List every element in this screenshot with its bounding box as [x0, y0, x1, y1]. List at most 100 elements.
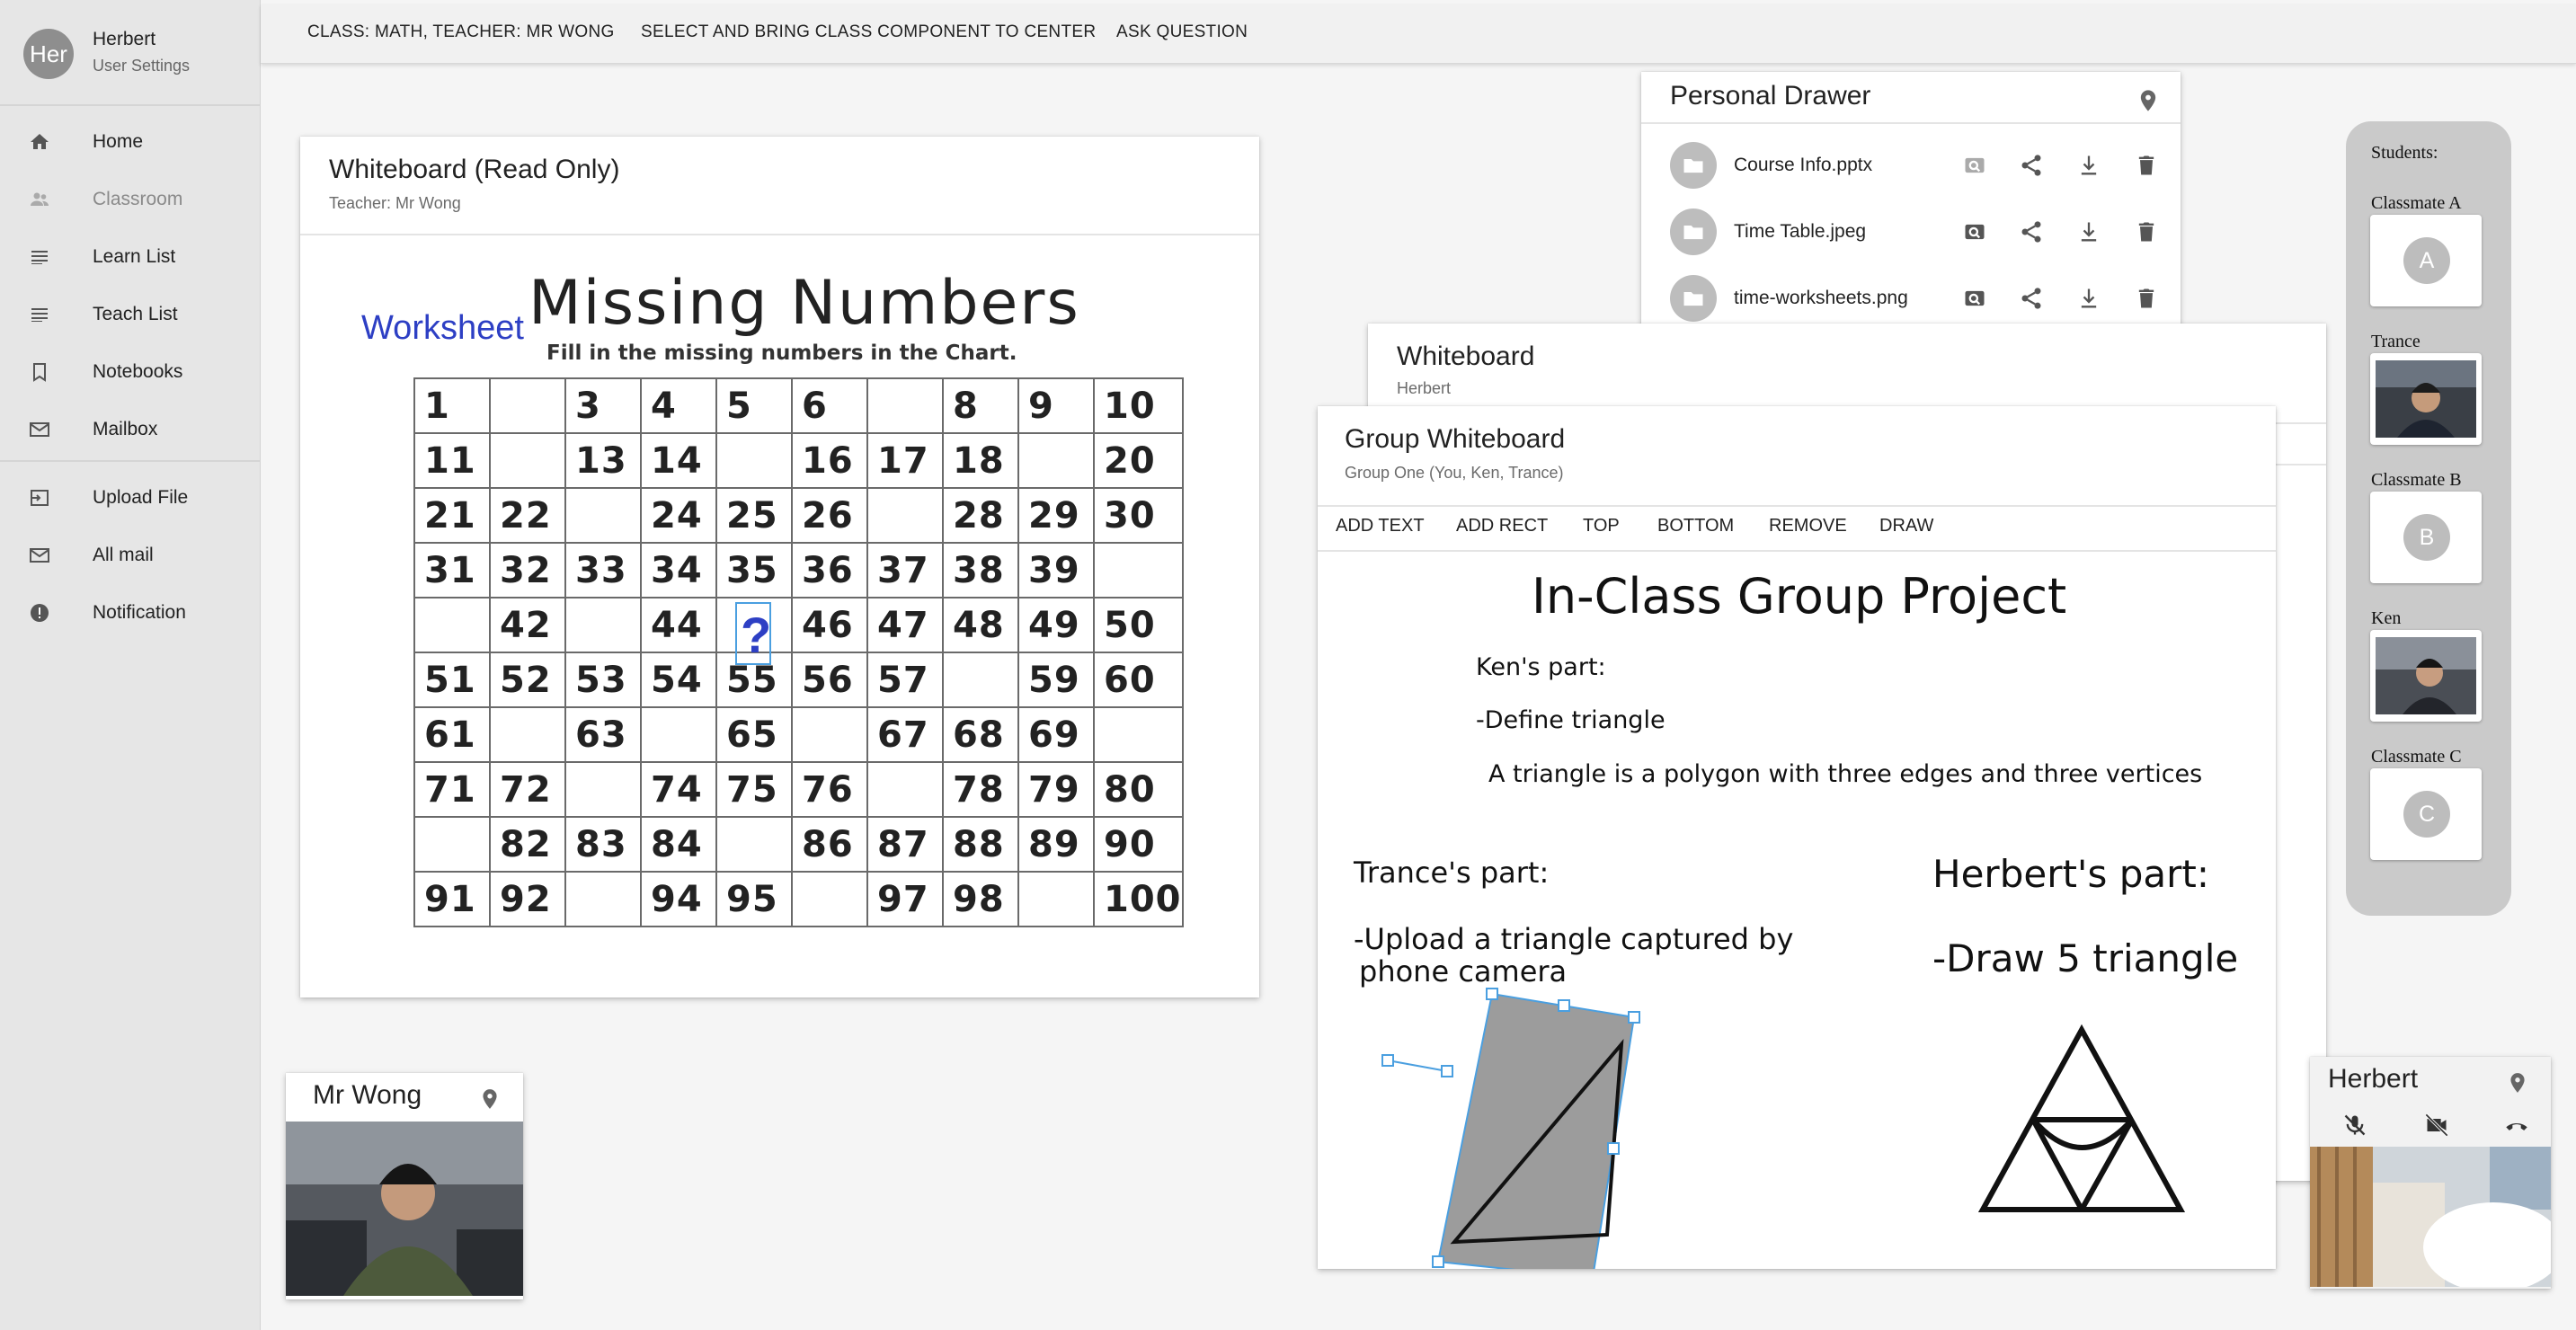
share-icon[interactable]	[2017, 286, 2046, 311]
preview-icon[interactable]	[1960, 286, 1989, 311]
pin-icon[interactable]	[478, 1086, 502, 1113]
user-settings-link[interactable]: User Settings	[93, 57, 190, 75]
grid-cell: 42	[489, 597, 566, 653]
selection-box[interactable]: ?	[735, 602, 771, 665]
grid-cell: 52	[489, 652, 566, 708]
add-text-button[interactable]: ADD TEXT	[1336, 516, 1425, 536]
grid-cell: 76	[791, 761, 868, 818]
grid-cell	[489, 706, 566, 763]
class-info-button[interactable]: CLASS: MATH, TEACHER: MR WONG	[307, 19, 615, 46]
grid-cell	[1017, 871, 1095, 927]
delete-icon[interactable]	[2132, 219, 2161, 244]
sidebar-item-mailbox[interactable]: Mailbox	[0, 404, 261, 455]
worksheet-heading: Missing Numbers	[529, 268, 1080, 339]
ken-definition[interactable]: A triangle is a polygon with three edges…	[1488, 760, 2202, 788]
grid-cell: 39	[1017, 542, 1095, 598]
sidebar-item-notification[interactable]: Notification	[0, 588, 261, 638]
student-name: Classmate C	[2371, 747, 2462, 767]
card-title: Personal Drawer	[1670, 81, 1871, 111]
trance-part-label[interactable]: Trance's part:	[1354, 856, 1549, 890]
bookmark-icon	[33, 363, 46, 382]
file-name: Time Table.jpeg	[1734, 221, 1867, 242]
teacher-whiteboard-card: Whiteboard (Read Only) Teacher: Mr Wong …	[300, 137, 1259, 998]
user-panel[interactable]: Her Herbert User Settings	[0, 0, 261, 106]
send-bottom-button[interactable]: BOTTOM	[1657, 516, 1734, 536]
student-avatar: A	[2403, 237, 2450, 284]
project-heading[interactable]: In-Class Group Project	[1532, 568, 2066, 625]
download-icon[interactable]	[2074, 219, 2103, 244]
grid-cell	[942, 652, 1019, 708]
share-icon[interactable]	[2017, 219, 2046, 244]
grid-cell: 79	[1017, 761, 1095, 818]
share-icon[interactable]	[2017, 153, 2046, 178]
delete-icon[interactable]	[2132, 286, 2161, 311]
grid-cell	[640, 706, 717, 763]
grid-row: 42 44 46 47 48 49 50	[413, 597, 1184, 653]
grid-cell: 88	[942, 816, 1019, 873]
divider	[1318, 505, 2276, 507]
bring-to-center-button[interactable]: SELECT AND BRING CLASS COMPONENT TO CENT…	[641, 19, 1096, 46]
grid-cell: 56	[791, 652, 868, 708]
herbert-part-label[interactable]: Herbert's part:	[1932, 852, 2209, 896]
preview-icon[interactable]	[1960, 153, 1989, 178]
students-panel: Students: Classmate A A Trance Classmate…	[2346, 121, 2511, 916]
student-avatar: C	[2403, 791, 2450, 838]
sidebar-item-learn-list[interactable]: Learn List	[0, 232, 261, 282]
grid-cell: 18	[942, 432, 1019, 489]
download-icon[interactable]	[2074, 286, 2103, 311]
grid-cell	[564, 761, 642, 818]
ask-question-button[interactable]: ASK QUESTION	[1116, 19, 1248, 46]
grid-cell: 17	[866, 432, 944, 489]
ken-task[interactable]: -Define triangle	[1476, 706, 1666, 734]
grid-cell: 72	[489, 761, 566, 818]
grid-cell: 37	[866, 542, 944, 598]
sidebar-item-label: Classroom	[93, 189, 183, 209]
sidebar-item-classroom[interactable]: Classroom	[0, 174, 261, 225]
trance-task-line1[interactable]: -Upload a triangle captured by	[1354, 922, 1793, 956]
draw-button[interactable]: DRAW	[1879, 516, 1933, 536]
student-video-tile[interactable]	[2370, 630, 2482, 722]
sidebar-item-label: Notebooks	[93, 361, 183, 382]
user-name: Herbert	[93, 29, 156, 49]
drawn-triangles[interactable]	[1974, 1023, 2190, 1220]
grid-row: 1 3 4 5 6 8 9 10	[413, 377, 1184, 434]
grid-cell: 95	[715, 871, 793, 927]
sidebar-item-notebooks[interactable]: Notebooks	[0, 347, 261, 397]
camera-off-icon[interactable]	[2423, 1113, 2450, 1138]
avatar[interactable]: Her	[23, 29, 74, 79]
student-video-tile[interactable]	[2370, 353, 2482, 445]
grid-cell: 38	[942, 542, 1019, 598]
sidebar-item-all-mail[interactable]: All mail	[0, 530, 261, 581]
hang-up-icon[interactable]	[2502, 1113, 2531, 1138]
herbert-task[interactable]: -Draw 5 triangle	[1932, 936, 2238, 980]
sidebar-item-label: Home	[93, 131, 144, 152]
grid-cell: 65	[715, 706, 793, 763]
grid-cell	[1093, 706, 1184, 763]
file-row[interactable]: Time Table.jpeg	[1641, 198, 2181, 264]
grid-cell: 31	[413, 542, 491, 598]
pin-icon[interactable]	[2506, 1069, 2529, 1096]
sidebar-item-upload-file[interactable]: Upload File	[0, 473, 261, 523]
remove-button[interactable]: REMOVE	[1769, 516, 1847, 536]
sidebar-item-teach-list[interactable]: Teach List	[0, 289, 261, 340]
uploaded-triangle-photo[interactable]	[1372, 981, 1677, 1269]
pin-icon[interactable]	[2136, 86, 2161, 115]
file-row[interactable]: time-worksheets.png	[1641, 264, 2181, 331]
file-row[interactable]: Course Info.pptx	[1641, 131, 2181, 198]
delete-icon[interactable]	[2132, 153, 2161, 178]
preview-icon[interactable]	[1960, 219, 1989, 244]
student-tile[interactable]: C	[2370, 768, 2482, 860]
file-name: time-worksheets.png	[1734, 288, 1908, 308]
student-tile[interactable]: B	[2370, 492, 2482, 583]
sidebar-item-home[interactable]: Home	[0, 117, 261, 167]
grid-cell: 21	[413, 487, 491, 544]
list-icon	[31, 308, 48, 322]
bring-top-button[interactable]: TOP	[1583, 516, 1620, 536]
people-icon	[31, 192, 49, 206]
download-icon[interactable]	[2074, 153, 2103, 178]
add-rect-button[interactable]: ADD RECT	[1456, 516, 1548, 536]
ken-part-label[interactable]: Ken's part:	[1476, 653, 1606, 681]
numbers-grid: 1 3 4 5 6 8 9 10 11 13 14 16 17 18 20 21 22 24 25 26 28 29 30 3…	[413, 377, 1184, 927]
mic-off-icon[interactable]	[2342, 1113, 2367, 1138]
student-tile[interactable]: A	[2370, 215, 2482, 306]
